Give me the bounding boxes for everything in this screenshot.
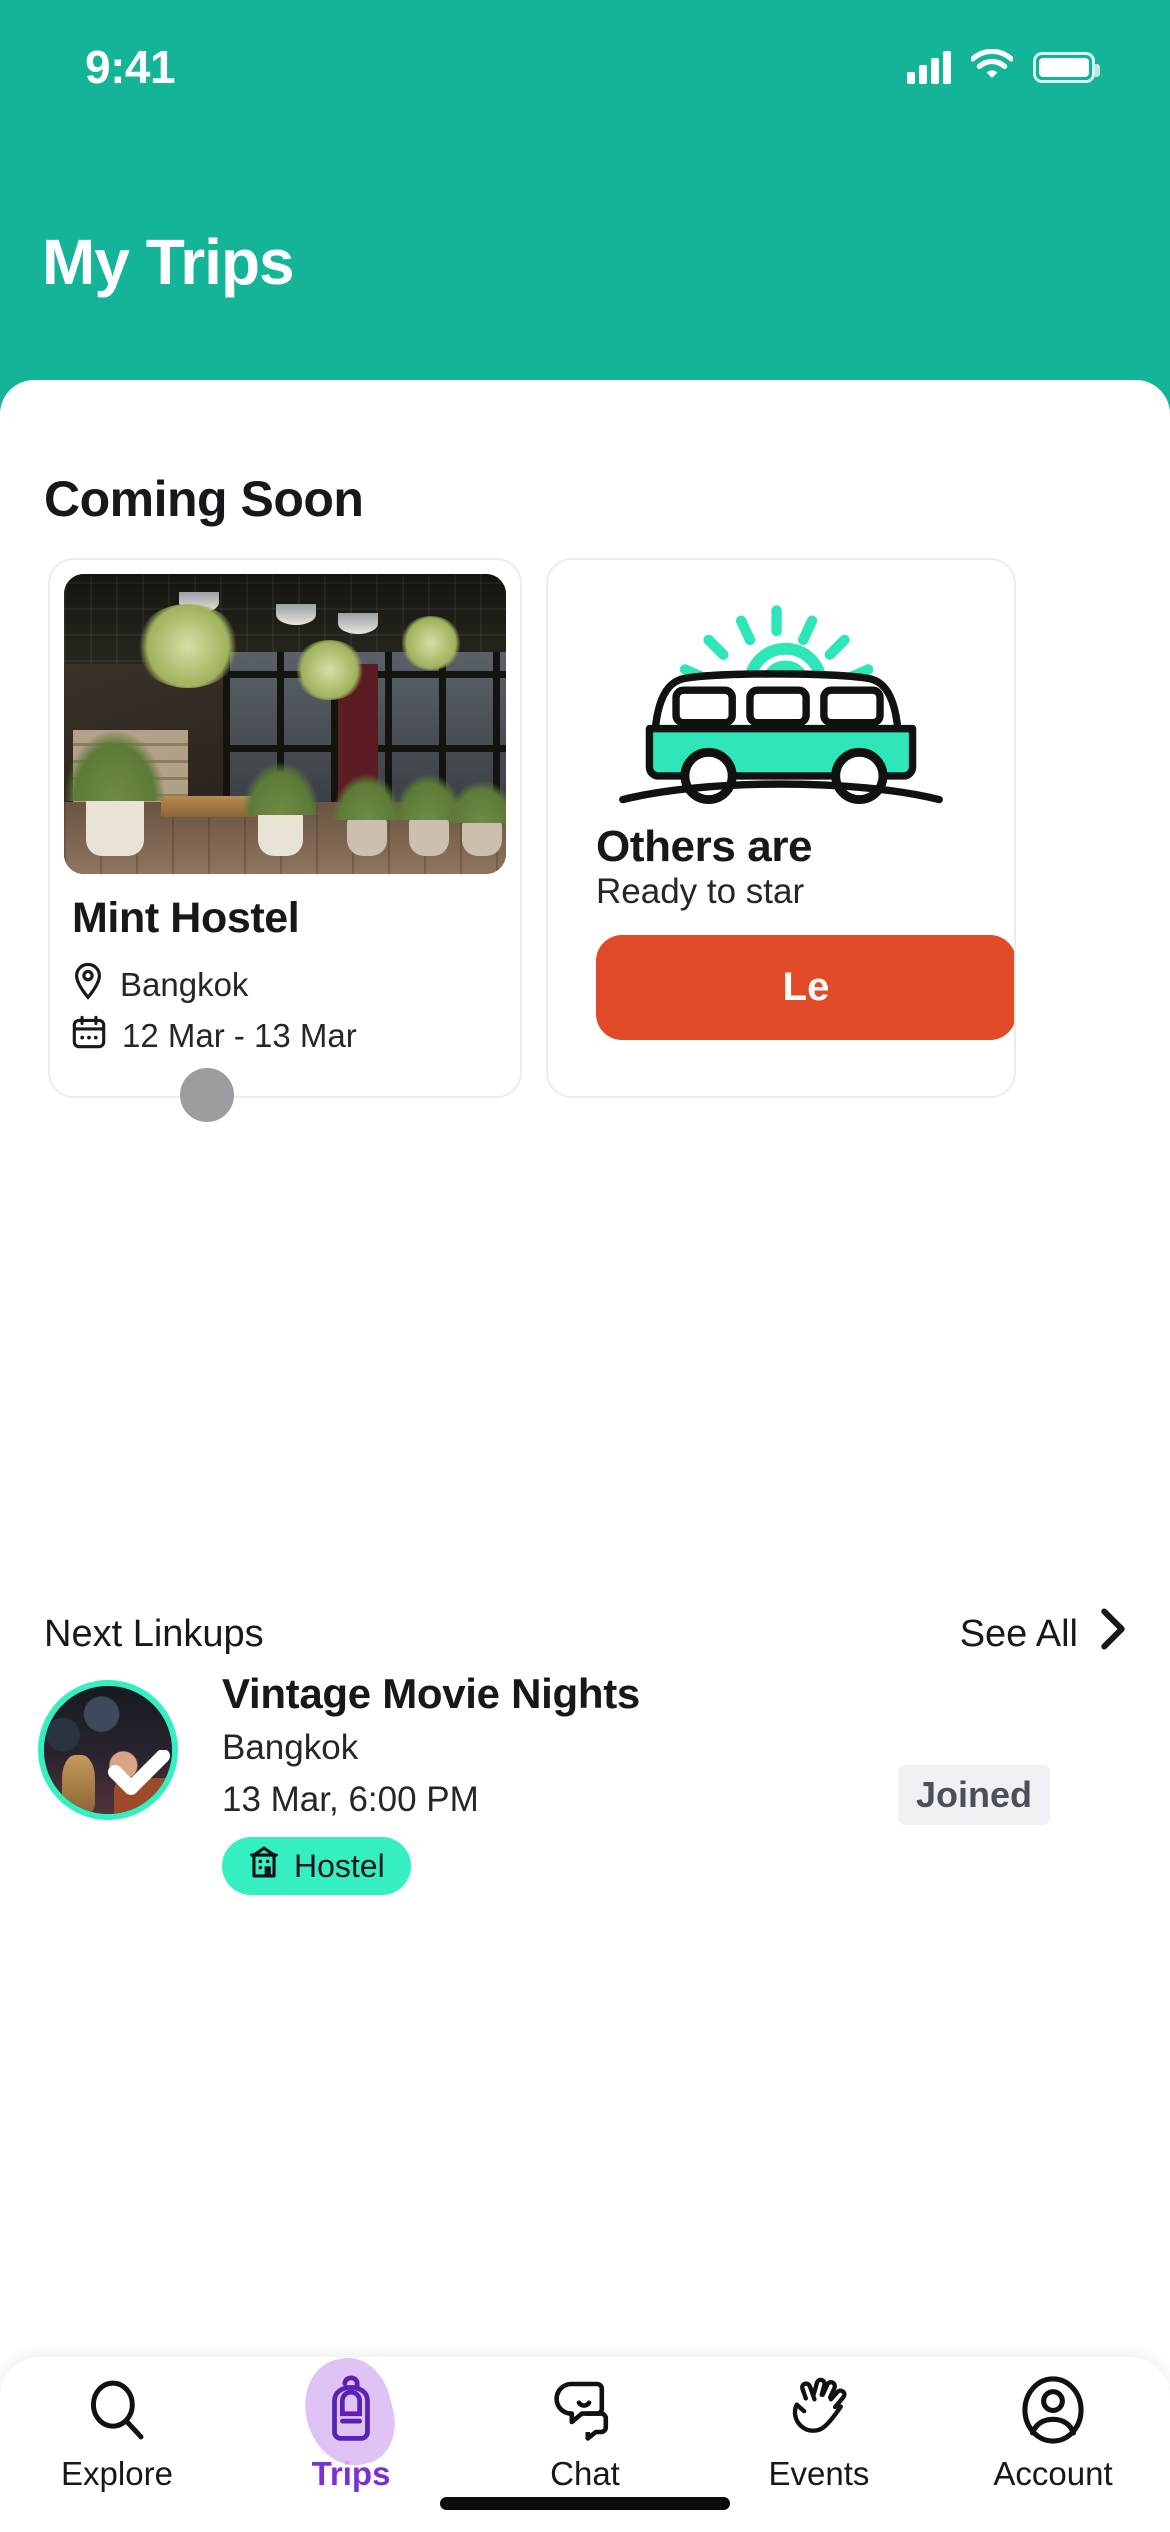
backpack-icon (294, 2349, 405, 2475)
waving-hands-icon (780, 2375, 858, 2445)
tab-explore[interactable]: Explore (0, 2375, 234, 2493)
status-badge: Joined (898, 1765, 1051, 1825)
home-indicator[interactable] (440, 2497, 730, 2510)
coming-soon-title: Coming Soon (44, 471, 364, 527)
see-all-button[interactable]: See All (960, 1608, 1126, 1660)
wifi-icon (970, 48, 1014, 86)
hostel-exterior-photo (64, 574, 506, 874)
see-all-label: See All (959, 1612, 1078, 1655)
status-time: 9:41 (85, 41, 176, 93)
calendar-icon (72, 1014, 106, 1058)
camper-van-icon (548, 586, 1014, 821)
linkups-header: Next Linkups See All (44, 1608, 1126, 1660)
page-title: My Trips (42, 226, 295, 298)
battery-icon (1033, 51, 1100, 83)
member-avatar[interactable] (180, 1068, 234, 1122)
content-sheet: Coming Soon Mint Hostel Bangkok 12 Mar -… (0, 380, 1170, 2532)
linkup-tag-label: Hostel (294, 1847, 385, 1884)
trip-location-row: Bangkok (72, 962, 248, 1008)
person-circle-icon (1014, 2375, 1092, 2445)
trip-dates-row: 12 Mar - 13 Mar (72, 1014, 357, 1058)
search-icon (78, 2375, 156, 2445)
tab-chat-label: Chat (550, 2455, 620, 2492)
promo-cta-button[interactable]: Le (596, 935, 1014, 1040)
tab-trips[interactable]: Trips (234, 2349, 468, 2493)
linkup-time: 13 Mar, 6:00 PM (222, 1780, 479, 1819)
linkups-heading: Next Linkups (44, 1612, 264, 1655)
trip-name: Mint Hostel (72, 894, 300, 942)
tab-chat[interactable]: Chat (468, 2375, 702, 2493)
trip-dates: 12 Mar - 13 Mar (122, 1017, 357, 1054)
status-bar: 9:41 (0, 0, 1170, 120)
status-indicators (907, 48, 1100, 86)
chevron-right-icon (1100, 1608, 1126, 1660)
tab-events-label: Events (768, 2455, 870, 2492)
location-pin-icon (72, 962, 104, 1008)
signal-bars-icon (907, 50, 951, 84)
trip-card[interactable]: Mint Hostel Bangkok 12 Mar - 13 Mar (48, 558, 522, 1122)
promo-card[interactable]: Others are Ready to star Le (546, 558, 1016, 1098)
linkup-location: Bangkok (222, 1728, 359, 1767)
hostel-building-icon (248, 1845, 280, 1887)
promo-title: Others are (596, 822, 813, 871)
tab-events[interactable]: Events (702, 2375, 936, 2493)
page-header: My Trips (0, 120, 1170, 380)
tab-account-label: Account (993, 2455, 1113, 2492)
trips-carousel[interactable]: Mint Hostel Bangkok 12 Mar - 13 Mar Othe… (0, 558, 1170, 1122)
tab-account[interactable]: Account (936, 2375, 1170, 2493)
chat-bubbles-icon (546, 2375, 624, 2445)
bottom-tab-bar: Explore Trips Chat Events Account (0, 2349, 1170, 2532)
promo-subtitle: Ready to star (596, 872, 805, 911)
trip-location: Bangkok (120, 966, 249, 1003)
check-icon (108, 1749, 170, 1812)
linkup-tag[interactable]: Hostel (222, 1837, 411, 1895)
linkup-title: Vintage Movie Nights (222, 1670, 640, 1717)
tab-explore-label: Explore (61, 2455, 173, 2492)
